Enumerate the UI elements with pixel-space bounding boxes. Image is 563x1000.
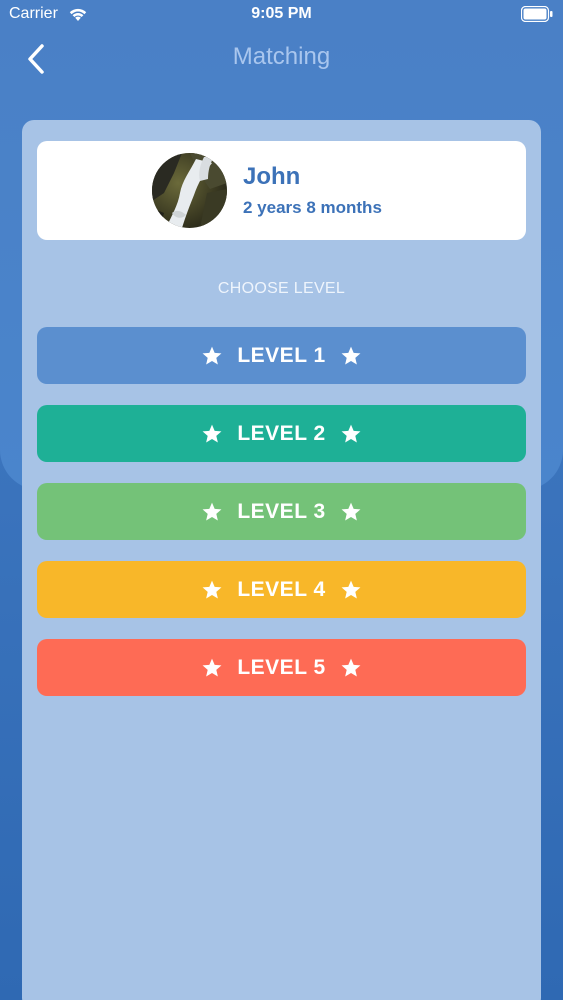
level-4-button[interactable]: LEVEL 4 <box>37 561 526 618</box>
level-label: LEVEL 5 <box>237 655 326 679</box>
level-list: LEVEL 1 LEVEL 2 LEVEL 3 LEVEL 4 LEVEL 5 <box>37 327 526 717</box>
child-age: 2 years 8 months <box>243 198 382 217</box>
star-icon <box>341 424 361 443</box>
star-icon <box>202 424 222 443</box>
star-icon <box>202 346 222 365</box>
status-bar: Carrier 9:05 PM <box>0 0 563 30</box>
star-icon <box>341 346 361 365</box>
status-time: 9:05 PM <box>251 5 312 22</box>
level-label: LEVEL 1 <box>237 343 326 367</box>
star-icon <box>341 658 361 677</box>
level-label: LEVEL 2 <box>237 421 326 445</box>
choose-level-heading: CHOOSE LEVEL <box>217 280 346 297</box>
level-2-button[interactable]: LEVEL 2 <box>37 405 526 462</box>
level-label: LEVEL 3 <box>237 499 326 523</box>
avatar-waterfall-image <box>152 153 227 228</box>
profile-card: John 2 years 8 months <box>37 141 526 240</box>
star-icon <box>202 580 222 599</box>
star-icon <box>202 658 222 677</box>
level-label: LEVEL 4 <box>237 577 326 601</box>
star-icon <box>202 502 222 521</box>
star-icon <box>341 502 361 521</box>
child-name: John <box>243 163 301 190</box>
avatar <box>152 153 227 228</box>
level-1-button[interactable]: LEVEL 1 <box>37 327 526 384</box>
page-title: Matching <box>232 43 331 70</box>
level-5-button[interactable]: LEVEL 5 <box>37 639 526 696</box>
star-icon <box>341 580 361 599</box>
content-panel: John 2 years 8 months CHOOSE LEVEL LEVEL… <box>22 120 541 1000</box>
battery-icon <box>521 6 553 22</box>
navigation-bar: Matching <box>0 30 563 86</box>
level-3-button[interactable]: LEVEL 3 <box>37 483 526 540</box>
